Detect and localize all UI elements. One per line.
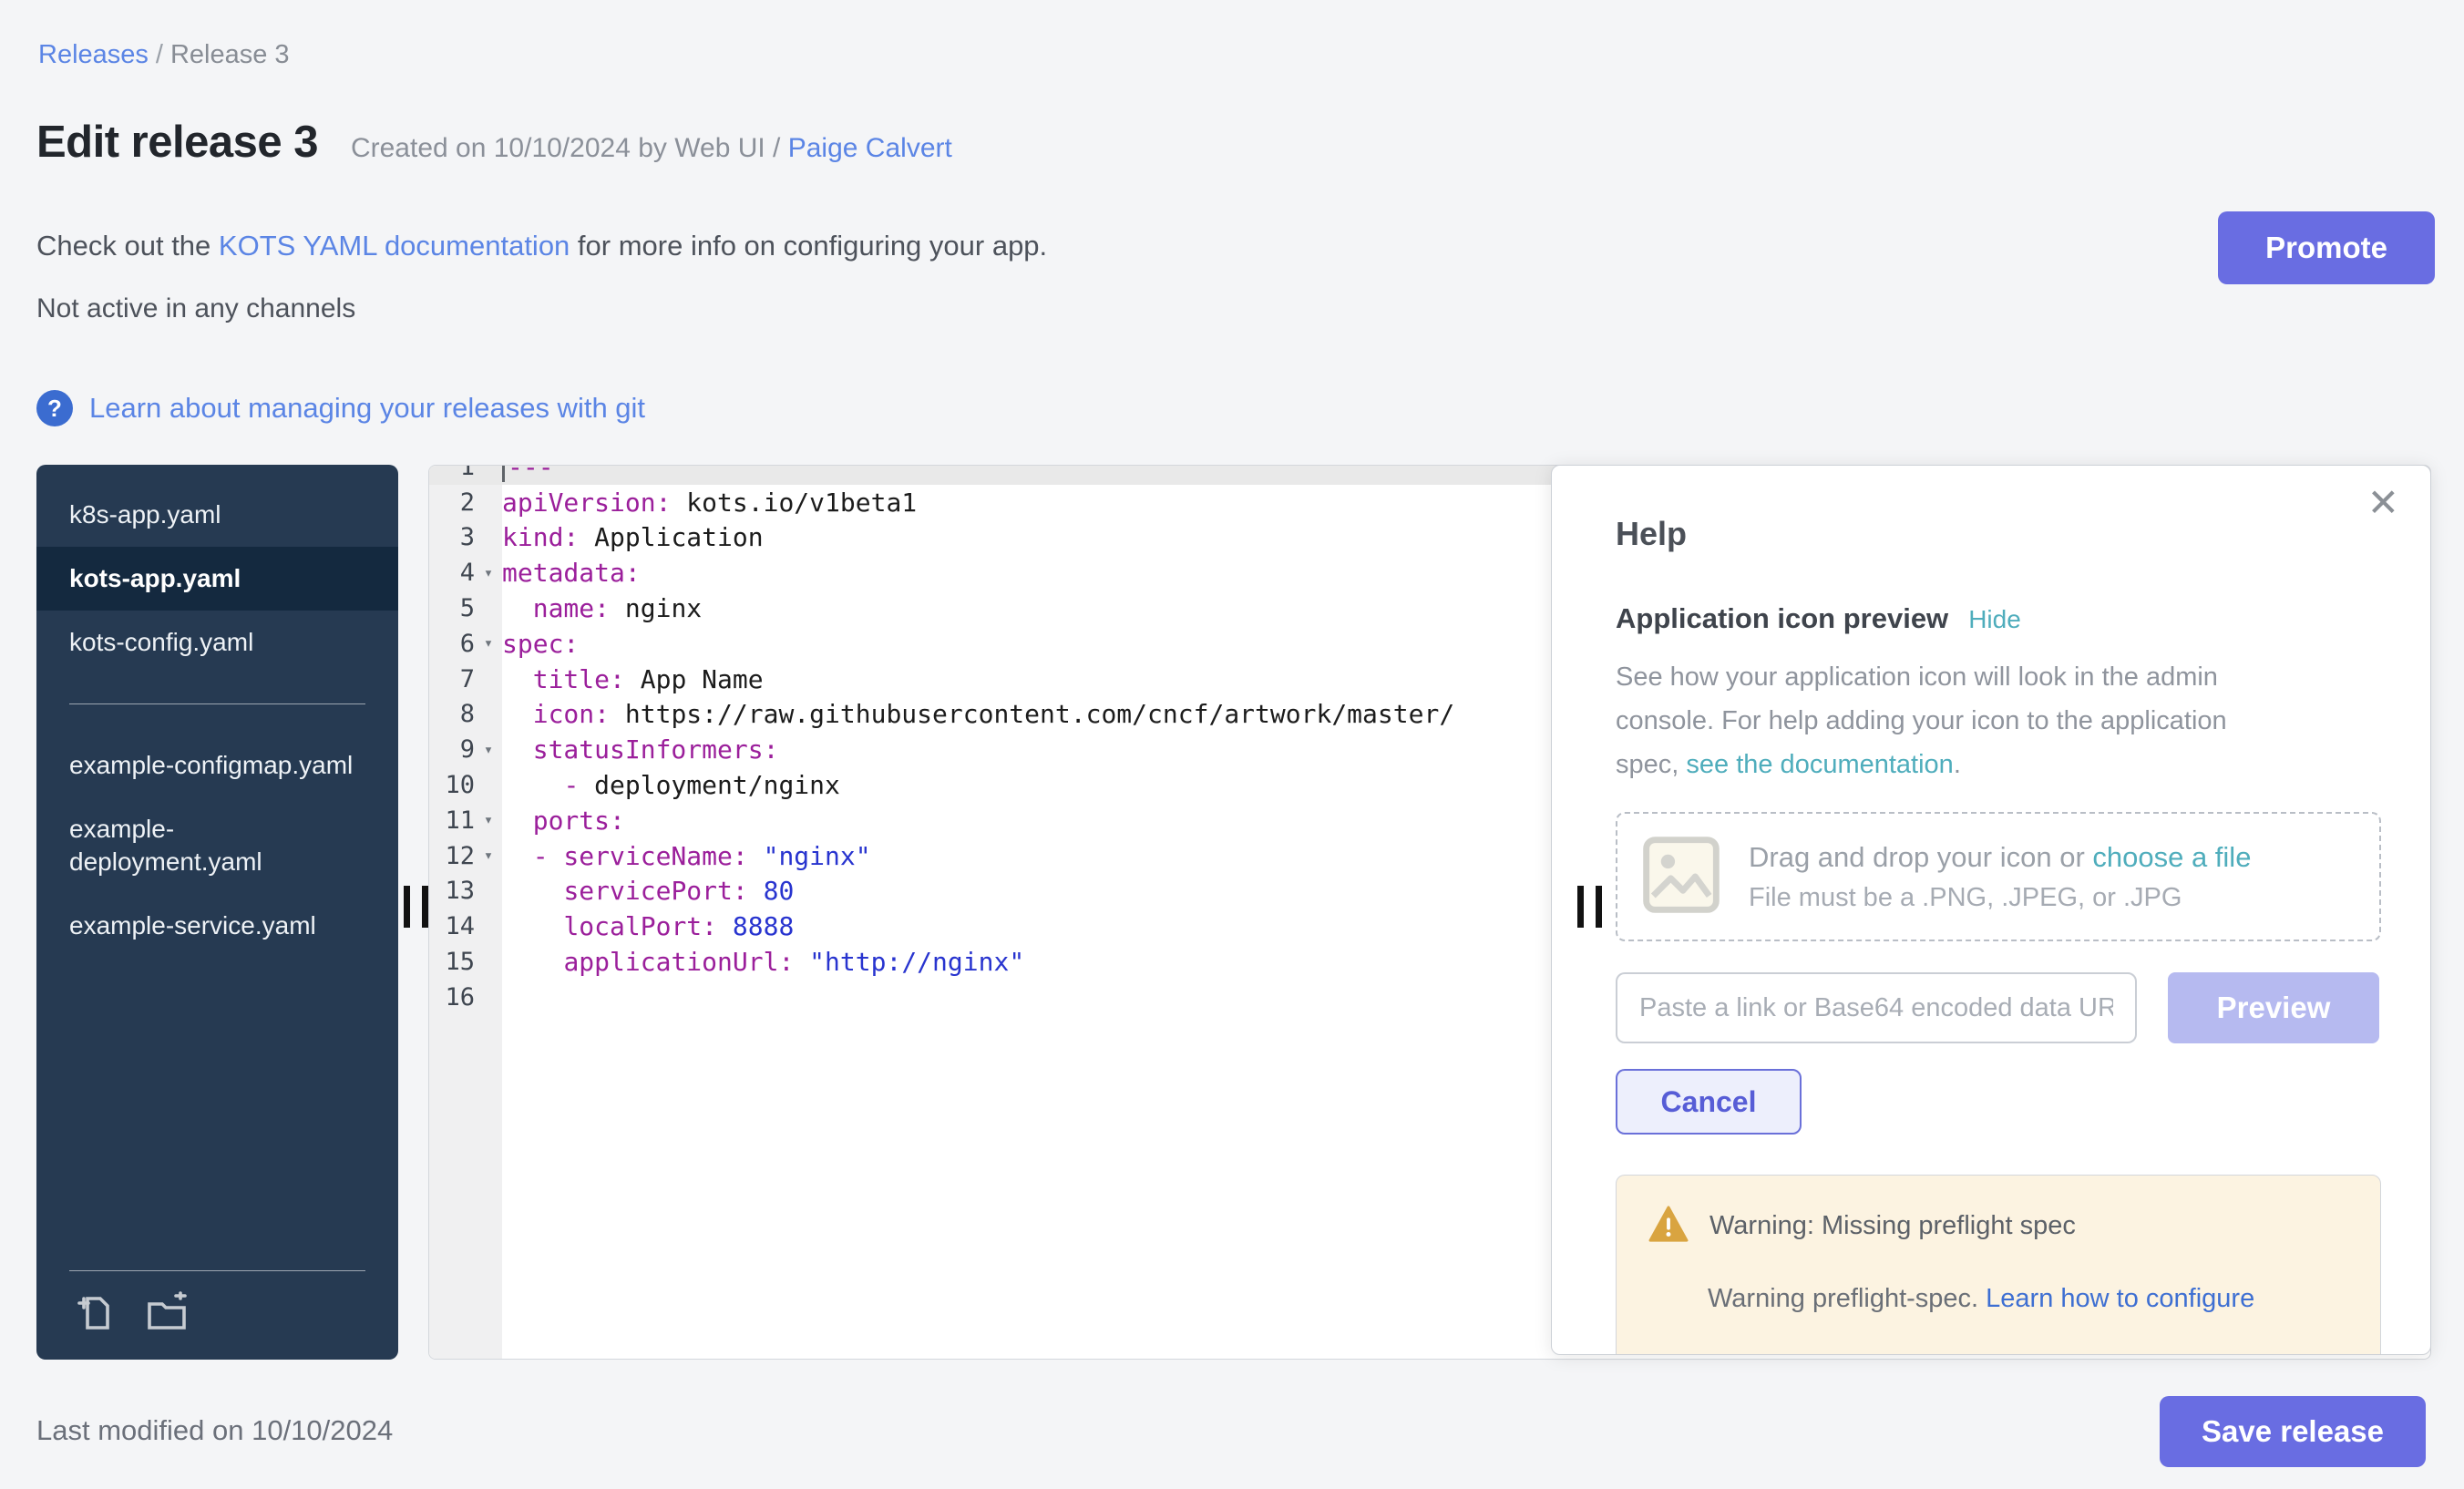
breadcrumb: Releases/Release 3 bbox=[38, 40, 290, 70]
created-on-text: Created on 10/10/2024 by Web UI / Paige … bbox=[351, 133, 952, 164]
line-number: 13 bbox=[429, 877, 475, 905]
code-text: servicePort: 80 bbox=[502, 876, 794, 906]
code-text: icon: https://raw.githubusercontent.com/… bbox=[502, 699, 1454, 729]
file-item-example-configmap.yaml[interactable]: example-configmap.yaml bbox=[36, 734, 398, 797]
breadcrumb-current: Release 3 bbox=[170, 40, 290, 69]
breadcrumb-releases-link[interactable]: Releases bbox=[38, 40, 149, 69]
git-help-row: ? Learn about managing your releases wit… bbox=[36, 390, 645, 426]
code-text: ports: bbox=[502, 806, 625, 836]
breadcrumb-separator: / bbox=[149, 40, 170, 69]
file-item-kots-app.yaml[interactable]: kots-app.yaml bbox=[36, 547, 398, 611]
icon-preview-description: See how your application icon will look … bbox=[1616, 655, 2275, 786]
edit-release-page: Releases/Release 3 Edit release 3 Create… bbox=[0, 0, 2464, 1489]
created-by-link[interactable]: Paige Calvert bbox=[788, 133, 952, 163]
file-item-kots-config.yaml[interactable]: kots-config.yaml bbox=[36, 611, 398, 674]
line-number: 7 bbox=[429, 665, 475, 693]
code-text: - deployment/nginx bbox=[502, 770, 840, 800]
fold-arrow-icon[interactable]: ▾ bbox=[475, 564, 502, 582]
intro-after: for more info on configuring your app. bbox=[570, 230, 1047, 262]
fold-arrow-icon[interactable]: ▾ bbox=[475, 847, 502, 865]
cancel-button[interactable]: Cancel bbox=[1616, 1069, 1802, 1135]
code-text: - serviceName: "nginx" bbox=[502, 841, 871, 871]
page-title: Edit release 3 bbox=[36, 117, 318, 168]
sidebar-resize-handle[interactable] bbox=[404, 886, 428, 928]
warning-title: Warning: Missing preflight spec bbox=[1709, 1211, 2076, 1241]
hide-link[interactable]: Hide bbox=[1968, 605, 2021, 634]
choose-file-link[interactable]: choose a file bbox=[2092, 841, 2251, 873]
help-resize-handle[interactable] bbox=[1577, 886, 1602, 928]
code-text: spec: bbox=[502, 629, 579, 659]
code-text: --- bbox=[502, 465, 554, 482]
image-placeholder-icon bbox=[1639, 833, 1723, 921]
warning-triangle-icon bbox=[1648, 1205, 1689, 1248]
sidebar-bottom bbox=[36, 1270, 398, 1360]
warning-body-text: Warning preflight-spec. bbox=[1708, 1284, 1986, 1313]
line-number: 10 bbox=[429, 771, 475, 799]
intro-line: Check out the KOTS YAML documentation fo… bbox=[36, 230, 1047, 262]
last-modified-text: Last modified on 10/10/2024 bbox=[36, 1414, 393, 1447]
dropzone-text-prefix: Drag and drop your icon or bbox=[1749, 841, 2092, 873]
line-number: 3 bbox=[429, 523, 475, 551]
icon-preview-title: Application icon preview bbox=[1616, 602, 1948, 635]
code-text: apiVersion: kots.io/v1beta1 bbox=[502, 488, 917, 518]
file-item-example-deployment.yaml[interactable]: example-deployment.yaml bbox=[36, 797, 398, 894]
line-number: 11 bbox=[429, 806, 475, 835]
save-release-button[interactable]: Save release bbox=[2160, 1396, 2426, 1467]
git-releases-link[interactable]: Learn about managing your releases with … bbox=[89, 392, 645, 425]
code-text: name: nginx bbox=[502, 593, 702, 623]
line-number: 15 bbox=[429, 948, 475, 976]
line-number: 5 bbox=[429, 594, 475, 622]
file-sidebar: k8s-app.yamlkots-app.yamlkots-config.yam… bbox=[36, 465, 398, 1360]
kots-yaml-docs-link[interactable]: KOTS YAML documentation bbox=[219, 230, 570, 262]
line-number: 14 bbox=[429, 912, 475, 940]
created-prefix: Created on 10/10/2024 by Web UI / bbox=[351, 133, 780, 163]
line-number: 2 bbox=[429, 488, 475, 517]
help-title: Help bbox=[1616, 515, 2379, 553]
code-text: metadata: bbox=[502, 558, 641, 588]
file-list: k8s-app.yamlkots-app.yamlkots-config.yam… bbox=[36, 465, 398, 958]
help-panel: ✕ Help Application icon preview Hide See… bbox=[1551, 465, 2431, 1355]
icon-dropzone[interactable]: Drag and drop your icon or choose a file… bbox=[1616, 812, 2381, 941]
learn-how-to-configure-link[interactable]: Learn how to configure bbox=[1986, 1284, 2254, 1313]
file-item-k8s-app.yaml[interactable]: k8s-app.yaml bbox=[36, 483, 398, 547]
dropzone-text: Drag and drop your icon or choose a file bbox=[1749, 841, 2251, 874]
line-number: 8 bbox=[429, 700, 475, 728]
code-text: title: App Name bbox=[502, 664, 764, 694]
warning-body: Warning preflight-spec. Learn how to con… bbox=[1708, 1284, 2349, 1314]
dropzone-file-types: File must be a .PNG, .JPEG, or .JPG bbox=[1749, 883, 2251, 913]
code-text: applicationUrl: "http://nginx" bbox=[502, 947, 1024, 977]
add-folder-icon[interactable] bbox=[144, 1291, 191, 1340]
code-text: kind: Application bbox=[502, 522, 764, 552]
promote-button[interactable]: Promote bbox=[2218, 211, 2435, 284]
line-number: 1 bbox=[429, 465, 475, 481]
description-end: . bbox=[1954, 750, 1961, 779]
channel-status: Not active in any channels bbox=[36, 293, 355, 324]
sidebar-divider bbox=[69, 703, 365, 704]
line-number: 6 bbox=[429, 630, 475, 658]
code-text: statusInformers: bbox=[502, 734, 778, 765]
line-number: 4 bbox=[429, 559, 475, 587]
icon-url-input[interactable] bbox=[1616, 972, 2137, 1043]
preview-button[interactable]: Preview bbox=[2168, 972, 2379, 1043]
see-documentation-link[interactable]: see the documentation bbox=[1686, 750, 1953, 779]
sidebar-bottom-divider bbox=[69, 1270, 365, 1271]
question-icon[interactable]: ? bbox=[36, 390, 73, 426]
preflight-warning-box: Warning: Missing preflight spec Warning … bbox=[1616, 1175, 2381, 1355]
line-number: 9 bbox=[429, 735, 475, 764]
fold-arrow-icon[interactable]: ▾ bbox=[475, 634, 502, 652]
line-number: 12 bbox=[429, 842, 475, 870]
title-row: Edit release 3 Created on 10/10/2024 by … bbox=[36, 117, 952, 168]
line-number: 16 bbox=[429, 983, 475, 1011]
file-item-example-service.yaml[interactable]: example-service.yaml bbox=[36, 894, 398, 958]
intro-before: Check out the bbox=[36, 230, 219, 262]
code-text: localPort: 8888 bbox=[502, 911, 794, 941]
fold-arrow-icon[interactable]: ▾ bbox=[475, 811, 502, 829]
add-file-icon[interactable] bbox=[75, 1291, 118, 1340]
close-icon[interactable]: ✕ bbox=[2367, 480, 2399, 525]
fold-arrow-icon[interactable]: ▾ bbox=[475, 741, 502, 759]
text-cursor bbox=[502, 465, 505, 482]
